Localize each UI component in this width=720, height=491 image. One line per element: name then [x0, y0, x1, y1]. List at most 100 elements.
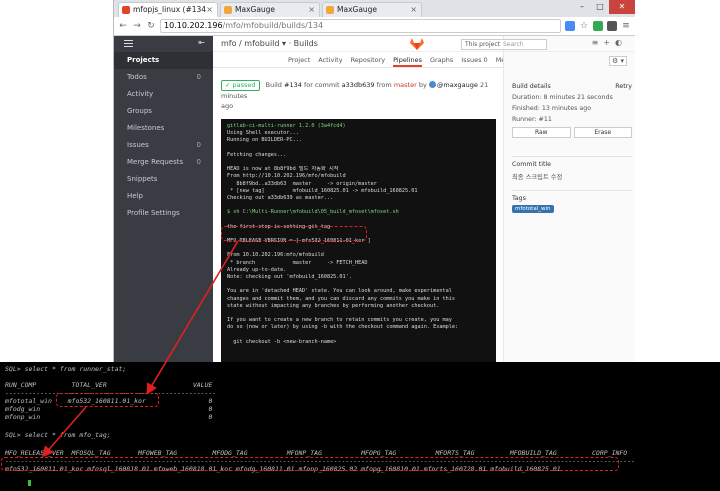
erase-button[interactable]: Erase — [573, 127, 632, 138]
raw-button[interactable]: Raw — [512, 127, 571, 138]
tab-activity[interactable]: Activity — [318, 56, 342, 67]
main-content: mfo / mfobuild ▾ · Builds Project Activit… — [213, 36, 576, 362]
log-line: gitlab-ci-multi-runner 1.2.0 (3a4fcd4) — [227, 123, 346, 129]
log-line: changes and commit them, and you can dis… — [227, 295, 455, 302]
sidebar-item-label: Issues — [127, 141, 149, 149]
sidebar-item-profile-settings[interactable]: Profile Settings — [114, 205, 213, 222]
log-line: Fetching changes... — [227, 151, 287, 158]
close-icon[interactable]: × — [308, 3, 315, 17]
build-number: #134 — [284, 81, 302, 89]
tab-label: mfopjs_linux (#134 — [133, 5, 207, 14]
maxgauge-favicon-icon — [326, 6, 334, 14]
page-header: mfo / mfobuild ▾ · Builds — [213, 36, 503, 52]
tag-badge[interactable]: mfototal_win — [512, 205, 554, 213]
search-placeholder: Search — [503, 41, 524, 48]
log-line: * [new tag] mfobuild_160825.01 -> mfobui… — [227, 187, 418, 194]
action-buttons: Raw Erase — [512, 127, 632, 138]
details-title: Build details — [512, 83, 551, 90]
commit-title: 최종 스크립트 수정 — [512, 174, 563, 181]
sql-line: SQL> select * from mfo_tag; — [5, 431, 111, 439]
gitlab-favicon-icon — [122, 6, 130, 14]
sidebar-item-count: 0 — [196, 158, 201, 166]
sidebar-item-merge-requests[interactable]: Merge Requests 0 — [114, 154, 213, 171]
log-line: Already up-to-date. — [227, 266, 287, 273]
sidebar-top: ⇤ — [114, 36, 213, 52]
hamburger-icon[interactable] — [124, 40, 133, 47]
gear-icon[interactable]: ⚙ ▾ — [608, 56, 627, 66]
sidebar-item-projects[interactable]: Projects — [114, 52, 213, 69]
tab-label: MaxGauge — [235, 5, 276, 14]
browser-tab-gitlab[interactable]: mfopjs_linux (#134 × — [118, 2, 218, 17]
forward-icon[interactable]: → — [132, 21, 142, 31]
log-line: $ sh C:\Multi-Runner\mfobuild\05_build_m… — [227, 209, 399, 216]
sidebar-item-activity[interactable]: Activity — [114, 86, 213, 103]
maximize-icon[interactable]: □ — [591, 0, 609, 14]
build-details-title: Build details Retry — [512, 83, 632, 90]
close-icon[interactable]: × — [410, 3, 417, 17]
sidebar-item-label: Activity — [127, 90, 154, 98]
search-scope: This project — [465, 41, 500, 48]
tags-label: Tags — [512, 195, 526, 202]
tab-project[interactable]: Project — [288, 56, 310, 67]
url-field[interactable]: 10.10.202.196/mfo/mfobuild/builds/134 — [160, 19, 561, 33]
user-link[interactable]: @maxgauge — [437, 81, 478, 89]
retry-link[interactable]: Retry — [615, 83, 632, 90]
star-icon[interactable]: ☆ — [579, 21, 589, 31]
maxgauge-favicon-icon — [224, 6, 232, 14]
build-text: by — [418, 81, 427, 89]
minimize-icon[interactable]: – — [573, 0, 591, 14]
log-line: You are in 'detached HEAD' state. You ca… — [227, 288, 452, 295]
highlight-total-ver — [56, 393, 159, 407]
browser-window: mfopjs_linux (#134 × MaxGauge × MaxGauge… — [113, 0, 635, 362]
search-input[interactable]: This project Search — [461, 39, 547, 50]
sql-line: MFO_RELEASE_VER MFOSQL_TAG MFOWEB_TAG MF… — [5, 449, 628, 457]
log-line: do so (now or later) by using -b with th… — [227, 324, 459, 331]
duration: Duration: 8 minutes 21 seconds — [512, 94, 613, 101]
header-icons[interactable]: ≡+◐ — [592, 38, 627, 47]
commit-link[interactable]: a33db639 — [342, 81, 375, 89]
window-close-icon[interactable]: ✕ — [609, 0, 635, 14]
close-icon[interactable]: × — [206, 3, 213, 17]
sidebar-item-label: Groups — [127, 107, 152, 115]
runner: Runner: #11 — [512, 116, 552, 123]
sidebar-item-label: Milestones — [127, 124, 165, 132]
tab-repository[interactable]: Repository — [351, 56, 386, 67]
tab-issues[interactable]: Issues 0 — [461, 56, 487, 67]
status-label: passed — [232, 81, 256, 89]
text-cursor — [28, 480, 31, 486]
tab-pipelines[interactable]: Pipelines — [393, 56, 422, 67]
log-line: Note: checking out 'mfobuild_160825.01'. — [227, 273, 352, 280]
log-line: HEAD is now at 8b8f9bd 빌드 자동화 시작 — [227, 166, 339, 173]
tab-graphs[interactable]: Graphs — [430, 56, 453, 67]
translate-icon[interactable] — [565, 21, 575, 31]
extension-icon[interactable] — [607, 21, 617, 31]
extension-icon[interactable] — [593, 21, 603, 31]
tags-block: Tags mfototal_win — [512, 190, 632, 213]
log-line: 8b8f9bd..a33db63 master -> origin/master — [227, 180, 377, 187]
sidebar-item-todos[interactable]: Todos 0 — [114, 69, 213, 86]
browser-tab-maxgauge-2[interactable]: MaxGauge × — [322, 2, 422, 17]
sidebar-item-snippets[interactable]: Snippets — [114, 171, 213, 188]
sidebar-item-milestones[interactable]: Milestones — [114, 120, 213, 137]
url-host: 10.10.202.196 — [164, 21, 223, 30]
branch-link[interactable]: master — [394, 81, 417, 89]
sidebar-item-issues[interactable]: Issues 0 — [114, 137, 213, 154]
status-badge: ✓ passed — [221, 80, 260, 91]
breadcrumb[interactable]: mfo / mfobuild ▾ · Builds — [221, 39, 318, 48]
log-line: git checkout -b <new-branch-name> — [227, 338, 337, 345]
browser-tab-maxgauge-1[interactable]: MaxGauge × — [220, 2, 320, 17]
tab-label: MaxGauge — [337, 5, 378, 14]
sidebar-item-help[interactable]: Help — [114, 188, 213, 205]
reload-icon[interactable]: ↻ — [146, 21, 156, 31]
sqlplus-terminal: SQL> select * from runner_stat; RUN_COMP … — [0, 362, 720, 491]
gitlab-logo-icon[interactable] — [409, 37, 425, 51]
menu-icon[interactable]: ≡ — [621, 21, 631, 31]
sidebar-item-groups[interactable]: Groups — [114, 103, 213, 120]
log-line: From 10.10.202.196:mfo/mfobuild — [227, 252, 324, 259]
window-controls: – □ ✕ — [573, 0, 635, 17]
back-icon[interactable]: ← — [118, 21, 128, 31]
pin-icon[interactable]: ⇤ — [198, 38, 205, 47]
